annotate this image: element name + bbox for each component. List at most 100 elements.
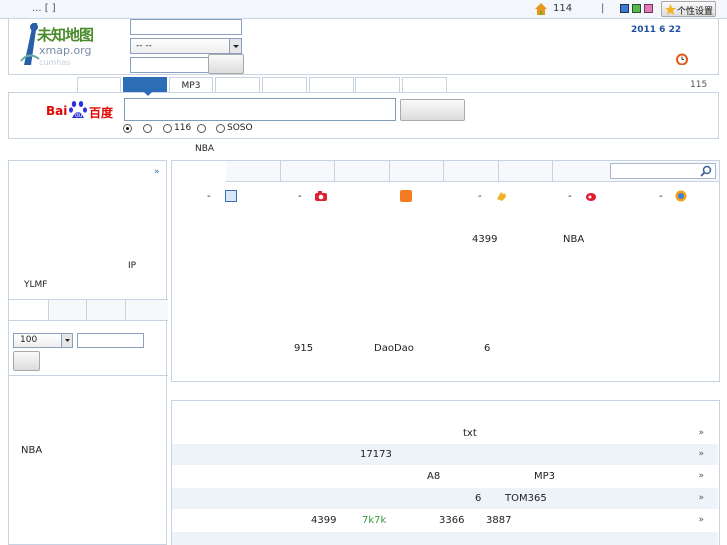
- left-tab-3[interactable]: [86, 300, 125, 320]
- search-tab-5[interactable]: [262, 77, 307, 93]
- search-tab-8[interactable]: [402, 77, 447, 93]
- list-item[interactable]: 7k7k: [362, 515, 386, 526]
- ip-text: IP: [128, 261, 137, 271]
- online-count: 115: [690, 80, 708, 90]
- camera-icon[interactable]: [315, 190, 327, 202]
- list-more-link[interactable]: »: [698, 428, 704, 438]
- list-item[interactable]: A8: [427, 471, 440, 482]
- site-nba[interactable]: NBA: [563, 234, 584, 245]
- left-tab-2[interactable]: [48, 300, 86, 320]
- amount-select[interactable]: 100: [13, 333, 73, 348]
- radio-soso[interactable]: [216, 124, 225, 133]
- amount-select-value: 100: [20, 335, 38, 345]
- site-dash: -: [207, 191, 211, 202]
- search-tab-7[interactable]: [355, 77, 400, 93]
- site-dash: -: [298, 191, 302, 202]
- logo-sub: cumhas: [39, 58, 71, 67]
- list-more-link[interactable]: »: [698, 449, 704, 459]
- list-row: 17173 »: [172, 444, 718, 465]
- site-dash: -: [478, 191, 482, 202]
- left-more-link[interactable]: »: [154, 167, 160, 177]
- list-item[interactable]: TOM365: [505, 493, 547, 504]
- top-left-text: ... [ ]: [32, 3, 56, 14]
- search-tab-mp3[interactable]: MP3: [169, 77, 213, 93]
- star-icon: [665, 4, 676, 15]
- search-tab-1[interactable]: [77, 77, 121, 93]
- site-daodao[interactable]: DaoDao: [374, 343, 414, 354]
- list-item[interactable]: MP3: [534, 471, 555, 482]
- search-input[interactable]: [124, 98, 396, 121]
- baidu-logo[interactable]: Bai du 百度: [46, 100, 122, 122]
- search-tab-4[interactable]: [215, 77, 260, 93]
- list-row: A8 MP3 »: [172, 466, 718, 487]
- login-button[interactable]: [208, 54, 244, 74]
- hot-keyword[interactable]: NBA: [195, 144, 214, 154]
- list-row: 6 TOM365 »: [172, 488, 718, 509]
- top-bar: ... [ ] 114 | 个性设置: [0, 0, 727, 19]
- skin-blue-icon[interactable]: [620, 4, 629, 13]
- paw-icon: du: [69, 100, 87, 120]
- search-tab-6[interactable]: [309, 77, 354, 93]
- site-blue-icon[interactable]: [225, 190, 237, 202]
- list-row: txt »: [172, 423, 718, 444]
- radio-1[interactable]: [123, 124, 132, 133]
- left-tab-1[interactable]: [9, 300, 48, 320]
- chevron-down-icon: [229, 39, 241, 53]
- browser-icon[interactable]: [675, 190, 687, 202]
- list-item[interactable]: 3887: [486, 515, 511, 526]
- site-dash: -: [568, 191, 572, 202]
- left-tabs: [9, 299, 168, 321]
- left-bottom-text[interactable]: NBA: [21, 445, 42, 456]
- list-item[interactable]: 4399: [311, 515, 336, 526]
- logo-text: 未知地图: [37, 26, 94, 44]
- skin-green-icon[interactable]: [632, 4, 641, 13]
- list-item[interactable]: txt: [463, 428, 477, 439]
- house-icon[interactable]: [535, 3, 547, 15]
- city-select[interactable]: -- --: [130, 38, 242, 54]
- convert-input[interactable]: [77, 333, 144, 348]
- top-input[interactable]: [130, 19, 242, 35]
- divider: |: [601, 3, 605, 14]
- list-item[interactable]: 6: [475, 493, 481, 504]
- left-divider: [9, 375, 168, 376]
- list-more-link[interactable]: »: [698, 515, 704, 525]
- site-915[interactable]: 915: [294, 343, 313, 354]
- baidu-logo-bai: Bai: [46, 104, 68, 118]
- radio-2[interactable]: [143, 124, 152, 133]
- radio-4[interactable]: [197, 124, 206, 133]
- list-row: [172, 532, 718, 545]
- category-tabs: [172, 161, 719, 182]
- left-tab-4[interactable]: [125, 300, 168, 320]
- list-more-link[interactable]: »: [698, 493, 704, 503]
- weibo-icon[interactable]: [585, 190, 597, 202]
- list-row: 4399 7k7k 3366 3887 »: [172, 510, 718, 531]
- city-select-value: -- --: [136, 41, 152, 51]
- radio-116-label: 116: [174, 123, 192, 133]
- logo-domain: xmap.org: [39, 44, 92, 57]
- site-6[interactable]: 6: [484, 343, 490, 354]
- convert-button[interactable]: [13, 351, 40, 371]
- hand-icon[interactable]: [495, 190, 507, 202]
- orange-site-icon[interactable]: [400, 190, 412, 202]
- list-item[interactable]: 3366: [439, 515, 464, 526]
- search-icon[interactable]: [700, 165, 712, 177]
- list-item[interactable]: 17173: [360, 449, 392, 460]
- list-more-link[interactable]: »: [698, 471, 704, 481]
- site-logo[interactable]: 未知地图 xmap.org cumhas: [17, 21, 117, 71]
- header-panel: 未知地图 xmap.org cumhas -- -- 2011 6 22: [8, 19, 719, 75]
- site-dash: -: [659, 191, 663, 202]
- search-button[interactable]: [400, 99, 465, 121]
- site-search-input[interactable]: [610, 163, 716, 179]
- alarm-clock-icon[interactable]: [676, 53, 688, 66]
- radio-116[interactable]: [163, 124, 172, 133]
- personal-settings-button[interactable]: 个性设置: [661, 1, 716, 17]
- site-4399[interactable]: 4399: [472, 234, 497, 245]
- skin-pink-icon[interactable]: [644, 4, 653, 13]
- date-text: 2011 6 22: [631, 25, 682, 35]
- tab-pointer: [143, 91, 153, 96]
- left-sidebar: » IP YLMF 100 NBA: [8, 160, 168, 545]
- notification-count: 114: [553, 3, 573, 14]
- ylmf-text[interactable]: YLMF: [24, 280, 47, 290]
- category-tab-1[interactable]: [172, 161, 226, 182]
- radio-soso-label: SOSO: [227, 123, 253, 133]
